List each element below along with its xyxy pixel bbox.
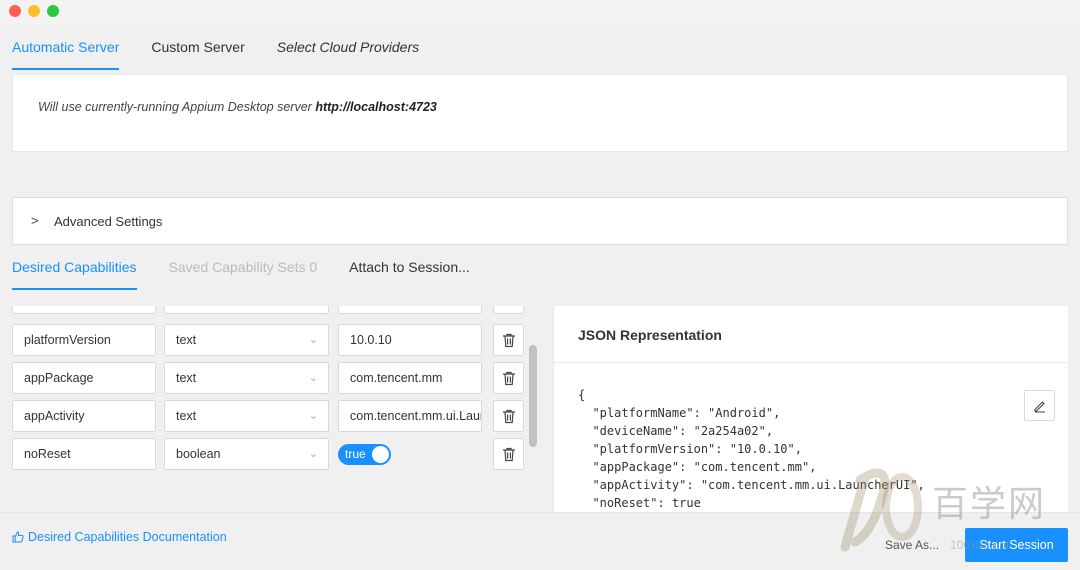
capability-tabs: Desired Capabilities Saved Capability Se…: [12, 254, 502, 290]
edit-json-button[interactable]: [1024, 390, 1055, 421]
watermark-text: 百学网: [932, 484, 1047, 525]
capability-name-input[interactable]: appPackage: [12, 362, 156, 394]
server-tabs: Automatic Server Custom Server Select Cl…: [12, 34, 451, 70]
capability-type-select[interactable]: boolean ⌄: [164, 438, 329, 470]
trash-icon: [502, 333, 515, 347]
pencil-icon: [1033, 400, 1045, 413]
watermark-url: 100xue.net: [950, 538, 1010, 552]
json-panel-title: JSON Representation: [578, 327, 722, 343]
capability-value-toggle[interactable]: true: [338, 444, 391, 465]
footer-divider: [0, 512, 1080, 513]
tab-desired-capabilities[interactable]: Desired Capabilities: [12, 254, 137, 290]
delete-capability-button[interactable]: [493, 362, 524, 394]
minimize-window-button[interactable]: [28, 5, 40, 17]
delete-capability-button[interactable]: [493, 324, 524, 356]
zoom-window-button[interactable]: [47, 5, 59, 17]
thumbs-up-icon: [12, 531, 24, 543]
capability-row: platformVersion text ⌄ 10.0.10: [12, 324, 539, 356]
delete-capability-button[interactable]: [493, 438, 524, 470]
tab-attach-to-session[interactable]: Attach to Session...: [349, 254, 470, 290]
server-info-text: Will use currently-running Appium Deskto…: [38, 100, 437, 114]
capability-row: noReset boolean ⌄ true: [12, 438, 539, 470]
desired-capabilities-docs-link[interactable]: Desired Capabilities Documentation: [12, 530, 227, 544]
window-titlebar: [0, 0, 1080, 24]
trash-icon: [502, 447, 515, 461]
capability-type-select[interactable]: text ⌄: [164, 324, 329, 356]
tab-automatic-server[interactable]: Automatic Server: [12, 34, 120, 70]
divider: [554, 362, 1068, 363]
capability-name-input[interactable]: noReset: [12, 438, 156, 470]
capability-name-input[interactable]: [12, 306, 156, 314]
advanced-settings-label: Advanced Settings: [54, 214, 163, 229]
tab-cloud-providers[interactable]: Select Cloud Providers: [277, 34, 419, 70]
chevron-right-icon: >: [31, 213, 39, 228]
capability-type-select[interactable]: [164, 306, 329, 314]
json-code: { "platformName": "Android", "deviceName…: [578, 388, 925, 510]
capability-value-input[interactable]: [338, 306, 482, 314]
chevron-down-icon: ⌄: [308, 410, 318, 422]
capability-value-input[interactable]: com.tencent.mm: [338, 362, 482, 394]
chevron-down-icon: ⌄: [308, 334, 318, 346]
trash-icon: [502, 371, 515, 385]
capabilities-editor: platformVersion text ⌄ 10.0.10 appPackage…: [12, 306, 539, 477]
close-window-button[interactable]: [9, 5, 21, 17]
capability-name-input[interactable]: appActivity: [12, 400, 156, 432]
trash-icon: [502, 409, 515, 423]
chevron-down-icon: ⌄: [308, 372, 318, 384]
toggle-label: true: [345, 447, 366, 461]
capability-value-input[interactable]: 10.0.10: [338, 324, 482, 356]
toggle-knob: [372, 446, 389, 463]
capability-name-input[interactable]: platformVersion: [12, 324, 156, 356]
delete-capability-button[interactable]: [493, 306, 524, 314]
delete-capability-button[interactable]: [493, 400, 524, 432]
server-info-panel: Will use currently-running Appium Deskto…: [12, 74, 1068, 152]
capability-row: appPackage text ⌄ com.tencent.mm: [12, 362, 539, 394]
capabilities-scrollbar[interactable]: [529, 345, 537, 447]
chevron-down-icon: ⌄: [308, 448, 318, 460]
server-url: http://localhost:4723: [315, 100, 437, 114]
capability-row: [12, 306, 539, 314]
capability-type-select[interactable]: text ⌄: [164, 362, 329, 394]
capability-row: appActivity text⌄ com.tencent.mm.ui.Laun…: [12, 400, 539, 432]
capability-value-input[interactable]: com.tencent.mm.ui.LauncherUI: [338, 400, 482, 432]
save-as-button[interactable]: Save As...: [885, 538, 939, 552]
tab-saved-capability-sets[interactable]: Saved Capability Sets 0: [169, 254, 318, 290]
tab-custom-server[interactable]: Custom Server: [151, 34, 244, 70]
capability-type-select[interactable]: text ⌄: [164, 400, 329, 432]
advanced-settings-collapse[interactable]: > Advanced Settings: [12, 197, 1068, 245]
